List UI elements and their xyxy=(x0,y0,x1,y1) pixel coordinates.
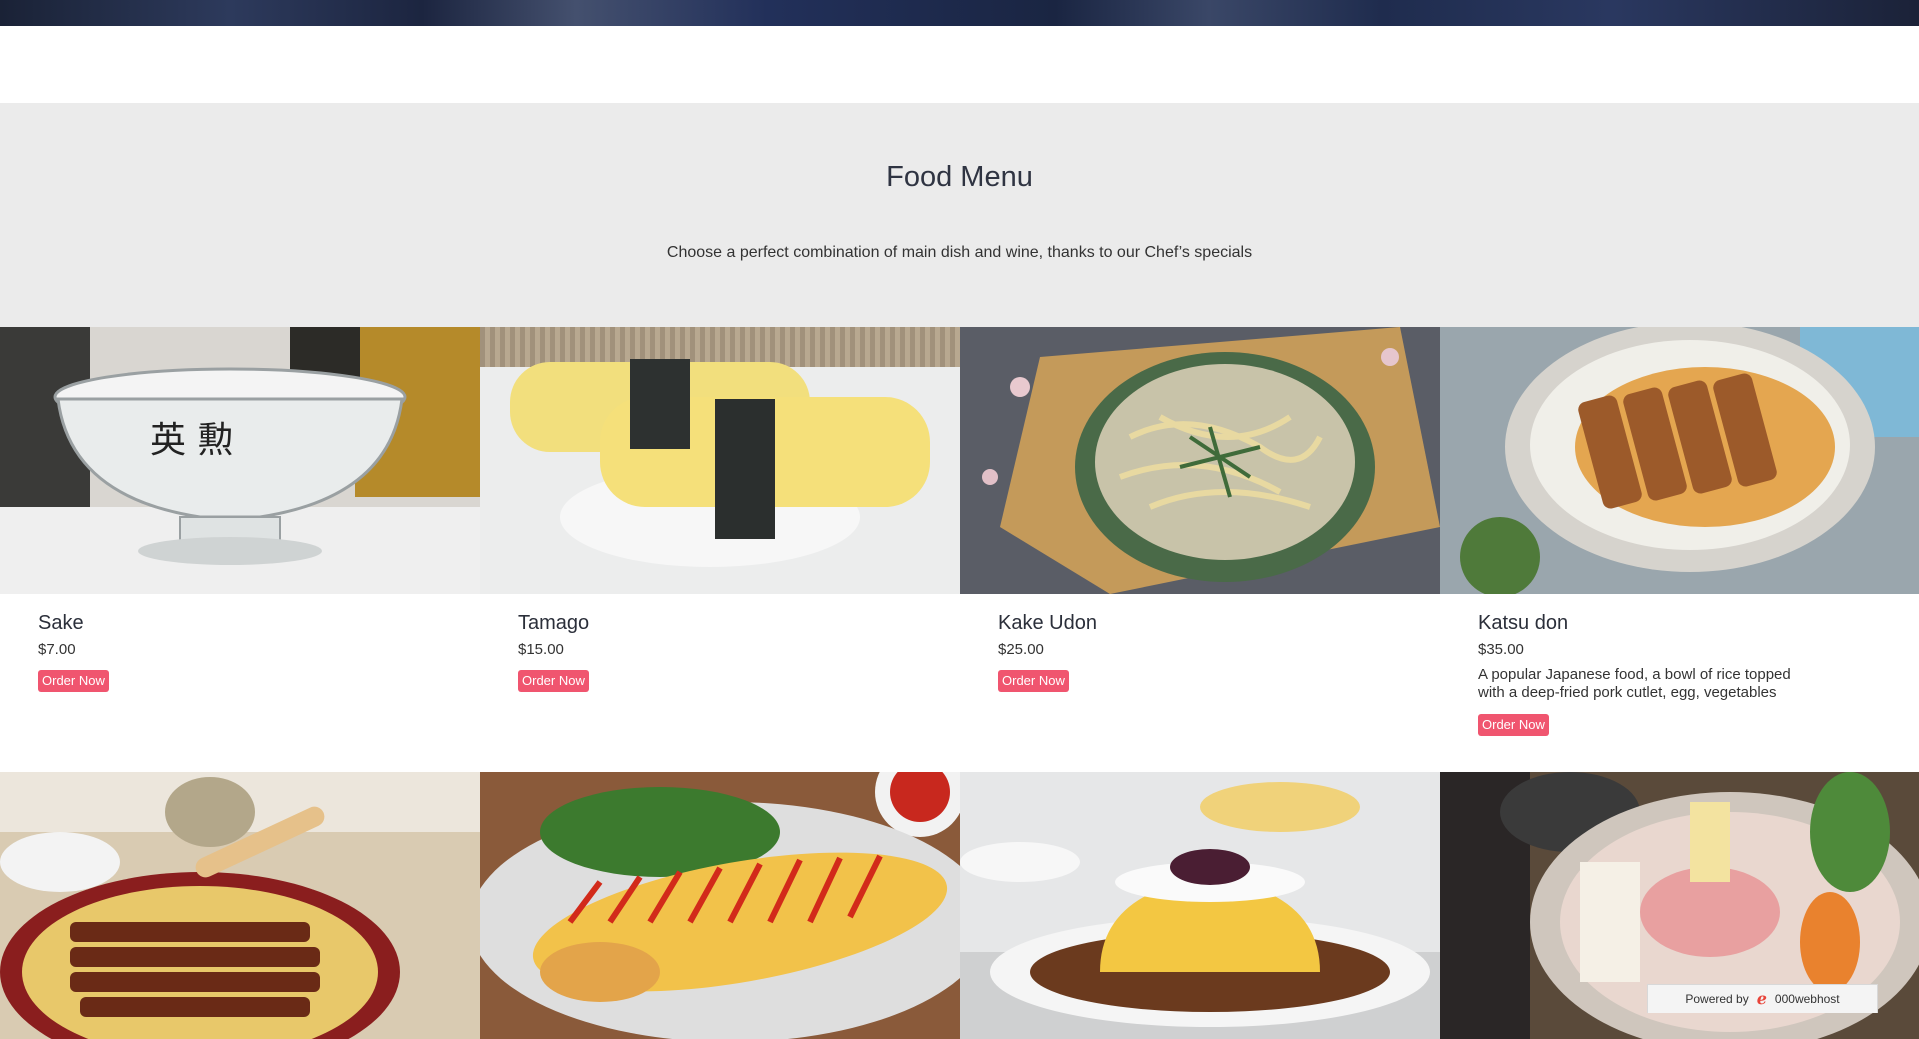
svg-text:英 勲: 英 勲 xyxy=(150,420,233,461)
item-name: Katsu don xyxy=(1478,612,1569,634)
item-price: $15.00 xyxy=(518,641,564,658)
kake-udon-info: Kake Udon $25.00 Order Now xyxy=(998,611,1398,692)
katsu-don-image xyxy=(1440,327,1919,594)
hero-image-strip xyxy=(0,0,1919,26)
item-price: $25.00 xyxy=(998,641,1044,658)
item-description: A popular Japanese food, a bowl of rice … xyxy=(1478,666,1791,701)
purin-image xyxy=(960,772,1440,1039)
webhost-logo-icon: ℯ xyxy=(1756,991,1767,1008)
omurice-image xyxy=(480,772,960,1039)
tamago-image xyxy=(480,327,960,594)
order-now-button[interactable]: Order Now xyxy=(1478,714,1549,736)
powered-by-label: Powered by xyxy=(1685,992,1749,1006)
order-now-button[interactable]: Order Now xyxy=(518,670,589,692)
powered-by-badge[interactable]: Powered by ℯ 000webhost xyxy=(1647,984,1878,1013)
page-title: Food Menu xyxy=(886,161,1033,193)
item-name: Kake Udon xyxy=(998,612,1097,634)
page-subtitle: Choose a perfect combination of main dis… xyxy=(666,244,1253,261)
kake-udon-image xyxy=(960,327,1440,594)
powered-by-brand: 000webhost xyxy=(1774,992,1840,1006)
unadon-image xyxy=(0,772,480,1039)
item-price: $35.00 xyxy=(1478,641,1524,658)
tamago-info: Tamago $15.00 Order Now xyxy=(518,611,918,692)
order-now-button[interactable]: Order Now xyxy=(38,670,109,692)
menu-section-header: Food Menu Choose a perfect combination o… xyxy=(0,103,1919,327)
sake-image: 英 勲 xyxy=(0,327,480,594)
order-now-button[interactable]: Order Now xyxy=(998,670,1069,692)
item-name: Sake xyxy=(38,612,84,634)
katsu-don-info: Katsu don $35.00 A popular Japanese food… xyxy=(1478,611,1878,736)
sake-info: Sake $7.00 Order Now xyxy=(38,611,438,692)
item-name: Tamago xyxy=(518,612,590,634)
item-price: $7.00 xyxy=(38,641,76,658)
